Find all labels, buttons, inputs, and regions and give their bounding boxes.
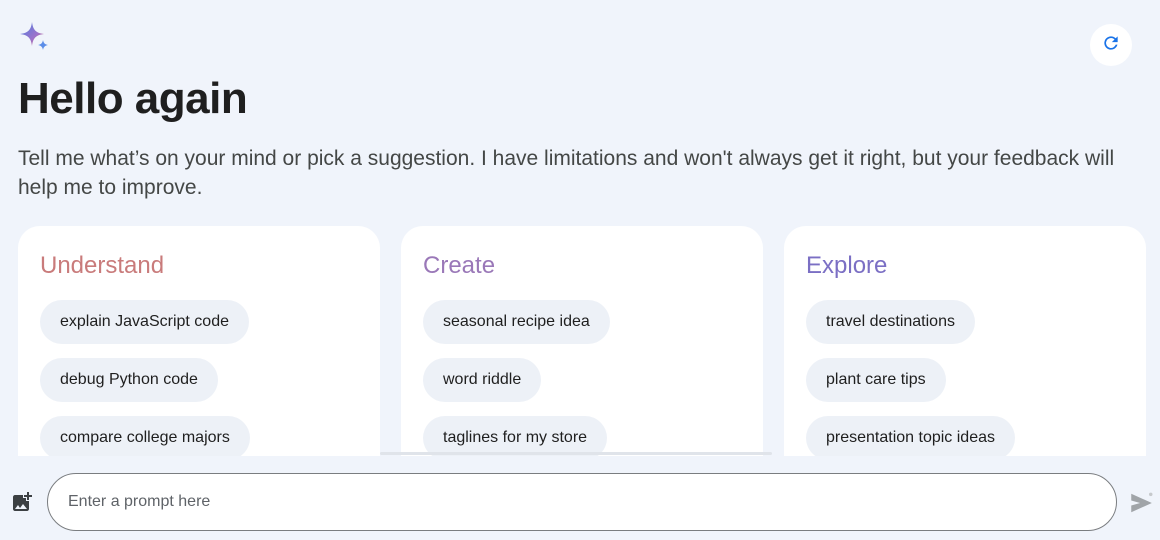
card-create: Create seasonal recipe idea word riddle … bbox=[401, 226, 763, 456]
suggestion-chip[interactable]: plant care tips bbox=[806, 358, 946, 402]
suggestion-cards: Understand explain JavaScript code debug… bbox=[18, 226, 1146, 456]
chat-home: Hello again Tell me what’s on your mind … bbox=[0, 0, 1160, 540]
card-title: Create bbox=[423, 252, 496, 279]
suggestion-chip[interactable]: debug Python code bbox=[40, 358, 218, 402]
refresh-icon bbox=[1101, 33, 1121, 58]
suggestion-chip[interactable]: presentation topic ideas bbox=[806, 416, 1015, 456]
send-button[interactable] bbox=[1128, 490, 1154, 516]
suggestion-chip[interactable]: taglines for my store bbox=[423, 416, 608, 456]
card-explore: Explore travel destinations plant care t… bbox=[784, 226, 1146, 456]
card-title: Understand bbox=[40, 252, 165, 279]
upload-image-button[interactable] bbox=[10, 490, 34, 514]
sparkle-icon bbox=[18, 20, 50, 52]
page-title: Hello again bbox=[18, 74, 248, 123]
card-understand: Understand explain JavaScript code debug… bbox=[18, 226, 380, 456]
send-icon bbox=[1128, 492, 1154, 520]
suggestion-chip[interactable]: travel destinations bbox=[806, 300, 975, 344]
prompt-input[interactable] bbox=[47, 473, 1117, 531]
suggestion-chip[interactable]: explain JavaScript code bbox=[40, 300, 249, 344]
add-image-icon bbox=[10, 492, 34, 518]
suggestion-chip[interactable]: compare college majors bbox=[40, 416, 250, 456]
suggestion-chip[interactable]: word riddle bbox=[423, 358, 542, 402]
scroll-shadow bbox=[380, 452, 772, 455]
suggestion-chip[interactable]: seasonal recipe idea bbox=[423, 300, 610, 344]
refresh-button[interactable] bbox=[1090, 24, 1132, 66]
card-title: Explore bbox=[806, 252, 888, 279]
page-subtitle: Tell me what’s on your mind or pick a su… bbox=[18, 147, 1115, 199]
